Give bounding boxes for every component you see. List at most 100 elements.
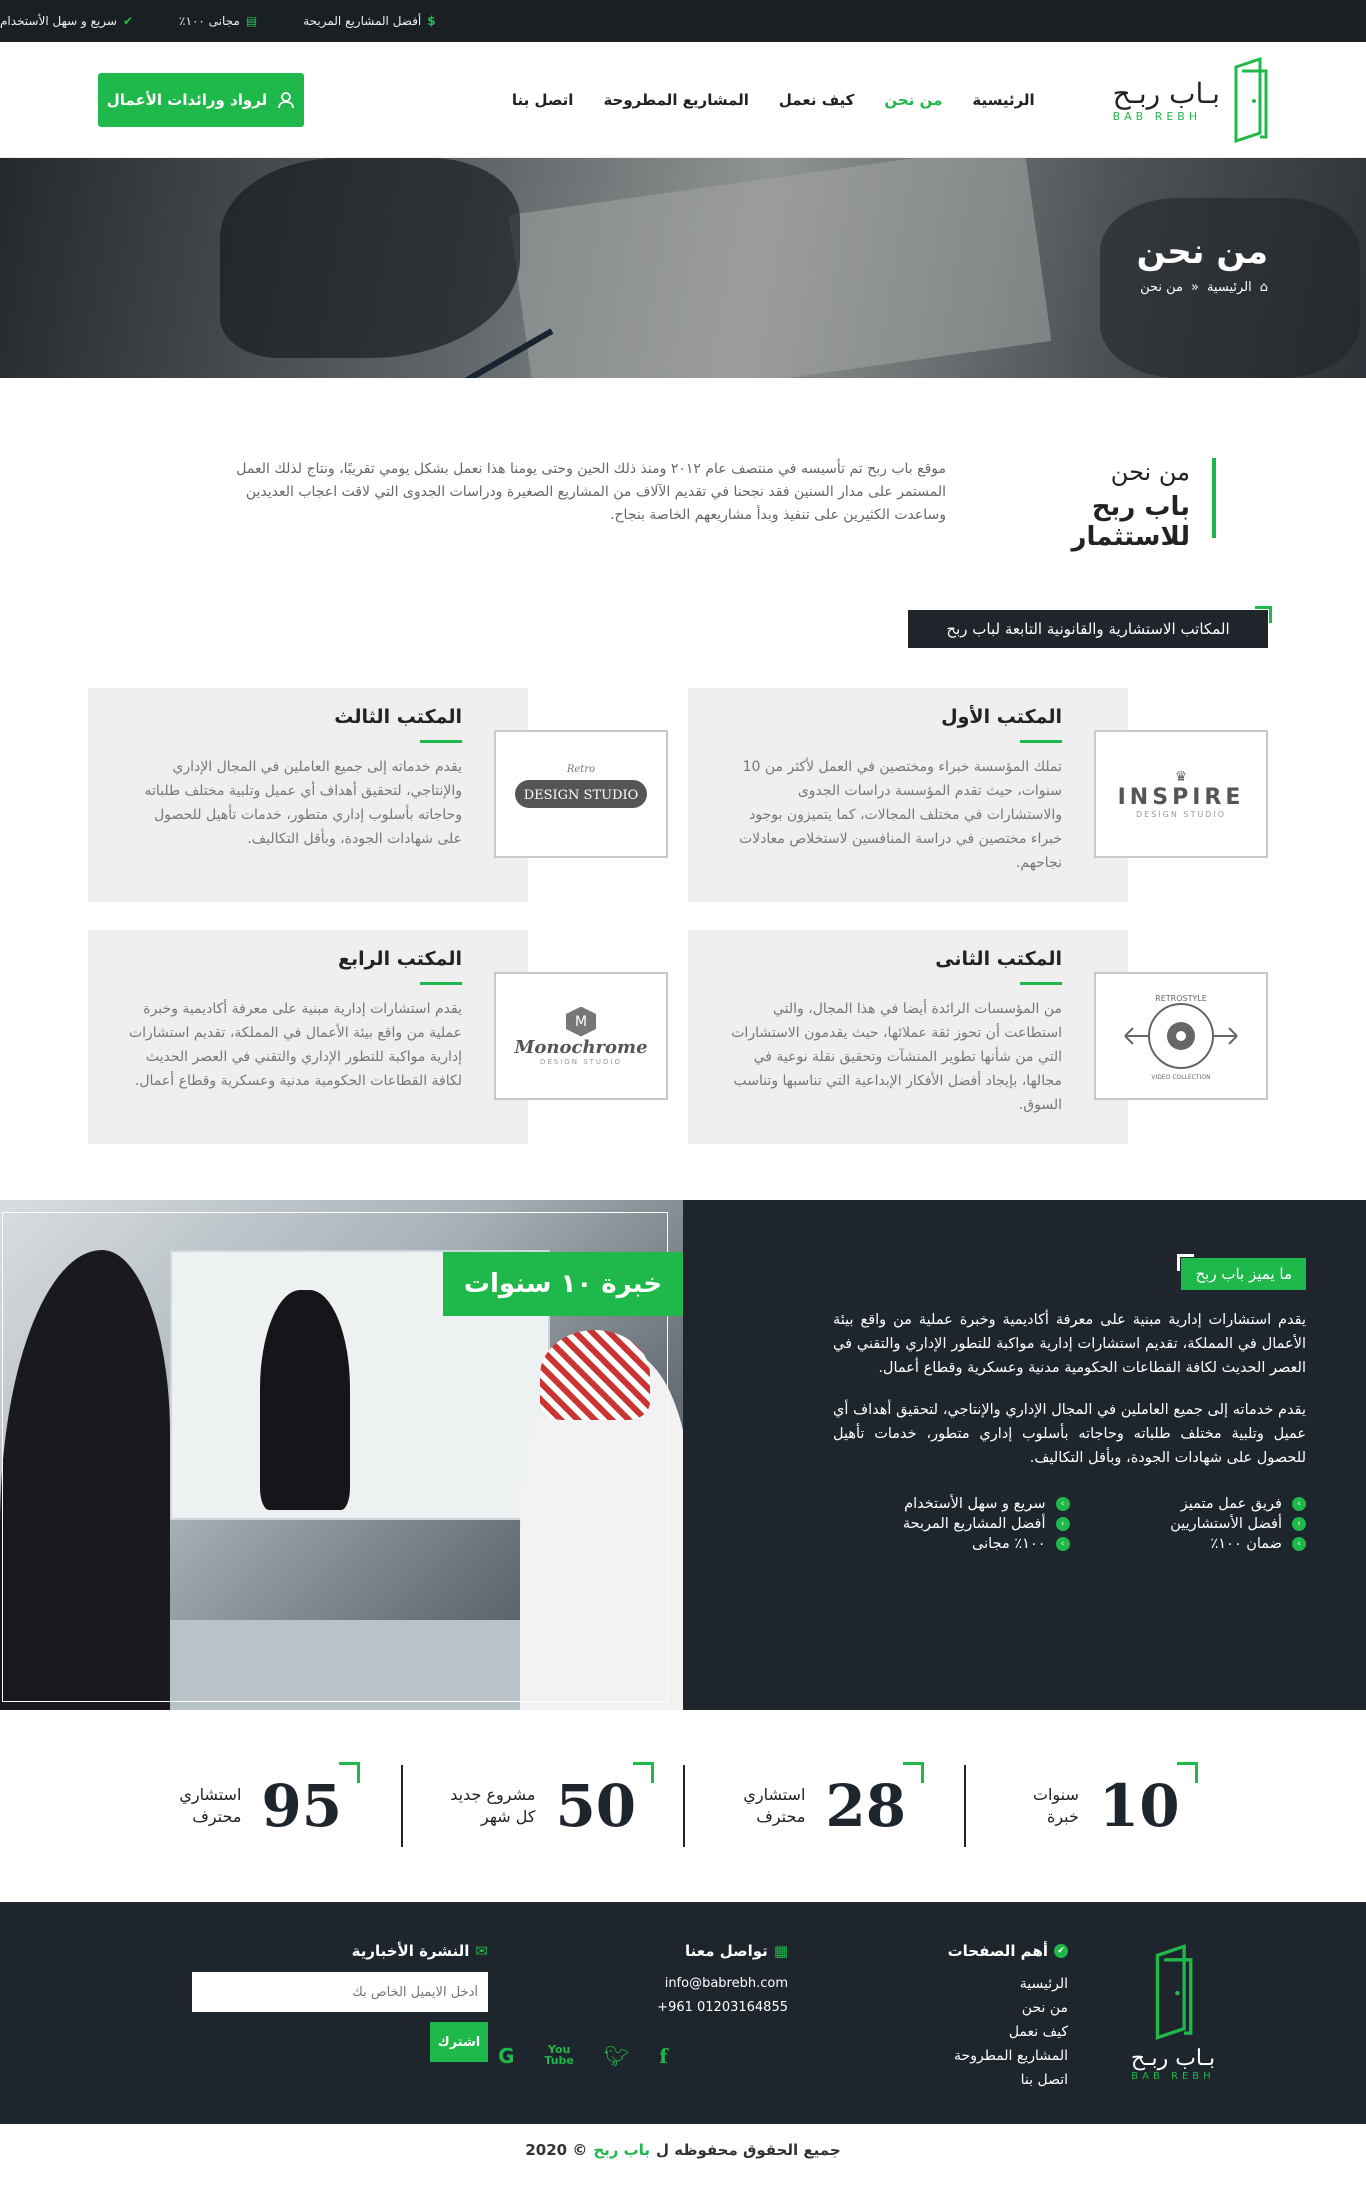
google-icon[interactable]: G	[498, 2044, 514, 2068]
stat-item: 50 مشروع جديد كل شهر	[401, 1762, 683, 1847]
contact-heading: ▦ تواصل معنا	[685, 1942, 788, 1960]
qr-icon: ▦	[773, 1942, 788, 1960]
footer-link[interactable]: الرئيسية	[798, 1972, 1068, 1996]
stat-item: 95 استشاري محترف	[120, 1762, 401, 1847]
title-underline	[420, 982, 462, 985]
office-logo: RETROSTYLE VIDEO COLLECTION	[1094, 972, 1268, 1100]
stat-item: 10 سنوات خبرة	[964, 1762, 1246, 1847]
copyright-year: © 2020	[525, 2141, 588, 2159]
why-section: خبرة ١٠ سنوات ما يميز باب ربح يقدم استشا…	[0, 1200, 1366, 1710]
office-logo: DESIGN STUDIO Retro	[494, 730, 668, 858]
stat-label: مشروع جديد كل شهر	[450, 1785, 536, 1826]
copyright-bar: جميع الحقوق محفوظه ل باب ربح © 2020	[0, 2124, 1366, 2176]
nav-home[interactable]: الرئيسية	[972, 91, 1034, 109]
office-title: المكتب الأول	[941, 706, 1062, 728]
nav-how-we-work[interactable]: كيف نعمل	[779, 91, 854, 109]
feature-item: › أفضل المشاريع المربحة	[833, 1516, 1070, 1532]
nav-about[interactable]: من نحن	[884, 91, 942, 109]
about-text: موقع باب ربح تم تأسيسه في منتصف عام ٢٠١٢…	[236, 461, 946, 523]
office-logo: M Monochrome DESIGN STUDIO	[494, 972, 668, 1100]
home-icon: ⌂	[1259, 280, 1268, 295]
arrow-circle-icon: ›	[1292, 1517, 1306, 1531]
money-icon: ▤	[245, 14, 258, 28]
main-nav: الرئيسية من نحن كيف نعمل المشاريع المطرو…	[512, 91, 1035, 109]
stats-section: 10 سنوات خبرة 28 استشاري محترف 50 مشروع جد…	[0, 1710, 1366, 1902]
inspire-logo-sub: DESIGN STUDIO	[1135, 810, 1226, 819]
user-icon	[278, 91, 295, 108]
monochrome-logo-sub: DESIGN STUDIO	[539, 1057, 622, 1066]
dollar-icon: $	[427, 14, 436, 28]
why-paragraph-1: يقدم استشارات إدارية مبنية على معرفة أكا…	[833, 1312, 1306, 1376]
inspire-logo-text: INSPIRE	[1117, 785, 1245, 810]
entrepreneurs-button[interactable]: لرواد ورائدات الأعمال	[98, 72, 304, 127]
monochrome-logo-text: Monochrome	[514, 1036, 648, 1058]
page-hero: من نحن ⌂ الرئيسية » من نحن	[0, 158, 1366, 378]
arrow-circle-icon: ›	[1055, 1497, 1070, 1511]
check-circle-icon: ✔	[1054, 1944, 1068, 1958]
offices-grid: المكتب الثالث يقدم خدماته إلى جميع العام…	[0, 648, 1366, 1144]
logo-arabic: بـاب ربـح	[1112, 76, 1220, 110]
footer-link[interactable]: اتصل بنا	[798, 2068, 1068, 2092]
newsletter-email-input[interactable]	[192, 1972, 488, 2012]
topbar-item: $ أفضل المشاريع المربحة	[303, 14, 436, 28]
svg-text:RETROSTYLE: RETROSTYLE	[1155, 994, 1207, 1003]
stat-label: سنوات خبرة	[1032, 1785, 1079, 1826]
footer-link[interactable]: من نحن	[798, 1996, 1068, 2020]
feature-item: › ضمان ١٠٠٪	[1070, 1536, 1306, 1552]
social-links: f 🐦︎ You Tube G	[498, 2044, 788, 2068]
office-title: المكتب الثالث	[334, 706, 462, 728]
subscribe-button[interactable]: اشترك	[430, 2022, 488, 2062]
meeting-photo: خبرة ١٠ سنوات	[0, 1200, 683, 1710]
envelope-icon: ✉	[475, 1942, 488, 1960]
copyright-brand[interactable]: باب ربح	[593, 2141, 650, 2159]
about-subtitle: باب ربح للاستثمار	[1071, 492, 1190, 552]
retro-badge-icon: DESIGN STUDIO Retro	[515, 764, 647, 808]
footer-logo-english: BAB REBH	[1131, 2071, 1215, 2082]
breadcrumb: ⌂ الرئيسية » من نحن	[1140, 280, 1268, 295]
door-logo-icon	[1155, 1944, 1193, 2040]
arrow-circle-icon: ›	[1055, 1537, 1070, 1551]
topbar-item: ▤ مجانى ١٠٠٪	[179, 14, 258, 28]
nav-projects[interactable]: المشاريع المطروحة	[603, 91, 748, 109]
footer-link[interactable]: المشاريع المطروحة	[798, 2044, 1068, 2068]
site-logo[interactable]: بـاب ربـح BAB REBH	[1112, 56, 1268, 143]
cta-label: لرواد ورائدات الأعمال	[106, 90, 268, 109]
title-underline	[1020, 740, 1062, 743]
twitter-icon[interactable]: 🐦︎	[604, 2044, 629, 2068]
why-content: ما يميز باب ربح يقدم استشارات إدارية مبن…	[683, 1200, 1366, 1710]
experience-badge: خبرة ١٠ سنوات	[443, 1252, 683, 1316]
youtube-icon[interactable]: You Tube	[544, 2044, 573, 2068]
contact-email[interactable]: info@babrebh.com	[498, 1972, 788, 1996]
retrostyle-badge-icon: RETROSTYLE VIDEO COLLECTION	[1124, 994, 1238, 1081]
stat-item: 28 استشاري محترف	[682, 1762, 965, 1847]
svg-text:VIDEO COLLECTION: VIDEO COLLECTION	[1151, 1074, 1210, 1081]
feature-item: › أفضل الأستشاريين	[1070, 1516, 1306, 1532]
why-tag: ما يميز باب ربح	[1177, 1254, 1306, 1290]
nav-contact[interactable]: اتصل بنا	[512, 91, 574, 109]
site-footer: بـاب ربـح BAB REBH ✔ أهم الصفحات الرئيسية…	[0, 1902, 1366, 2124]
contact-phone[interactable]: +961 01203164855	[498, 1996, 788, 2020]
breadcrumb-home[interactable]: الرئيسية	[1207, 280, 1252, 295]
breadcrumb-separator: »	[1190, 280, 1199, 295]
stat-number: 50	[555, 1762, 654, 1840]
features-list: › فريق عمل متميز › سريع و سهل الأستخدام › أ…	[833, 1496, 1306, 1552]
topbar-item: ✔ سريع و سهل الأستخدام	[0, 14, 134, 28]
office-title: المكتب الرابع	[337, 948, 462, 970]
office-card: المكتب الأول تملك المؤسسة خبراء ومختصين …	[688, 688, 1268, 902]
arrow-circle-icon: ›	[1292, 1497, 1306, 1511]
check-circle-icon: ✔	[122, 14, 134, 28]
footer-link[interactable]: كيف نعمل	[798, 2020, 1068, 2044]
title-underline	[420, 740, 462, 743]
feature-item: › سريع و سهل الأستخدام	[833, 1496, 1070, 1512]
office-card: المكتب الرابع يقدم استشارات إدارية مبنية…	[88, 930, 668, 1144]
pages-heading: ✔ أهم الصفحات	[798, 1942, 1068, 1960]
offices-heading: المكاتب الاستشارية والقانونية التابعة لب…	[908, 606, 1272, 648]
office-text: من المؤسسات الرائدة أيضا في هذا المجال، …	[731, 1001, 1062, 1113]
office-card: المكتب الثانى من المؤسسات الرائدة أيضا ف…	[688, 930, 1268, 1144]
page-title: من نحن	[1136, 232, 1268, 272]
office-title: المكتب الثانى	[935, 948, 1062, 970]
title-underline	[1020, 982, 1062, 985]
site-header: لرواد ورائدات الأعمال الرئيسية من نحن كي…	[0, 42, 1366, 158]
facebook-icon[interactable]: f	[659, 2044, 668, 2068]
footer-logo[interactable]: بـاب ربـح BAB REBH	[1078, 1942, 1268, 2124]
